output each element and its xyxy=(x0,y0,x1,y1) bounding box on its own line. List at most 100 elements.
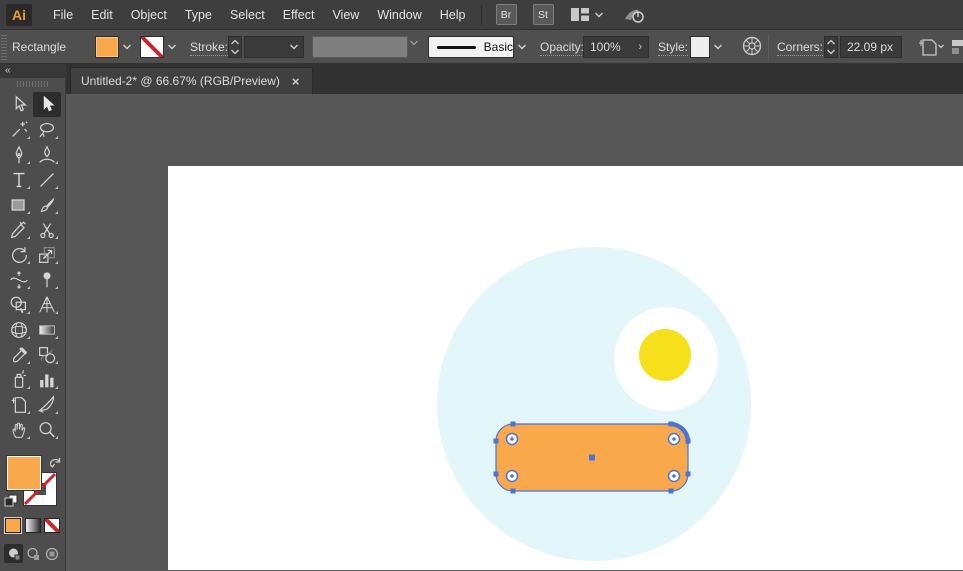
style-swatch[interactable] xyxy=(690,36,710,58)
tools-panel-collapse[interactable]: « xyxy=(0,64,65,78)
controlbar-grip[interactable] xyxy=(1,34,7,60)
fill-stroke-indicator xyxy=(0,456,65,510)
menu-item-view[interactable]: View xyxy=(323,2,368,28)
menu-item-file[interactable]: File xyxy=(44,2,82,28)
anchor-point[interactable] xyxy=(494,472,499,477)
lasso-tool[interactable] xyxy=(33,117,61,142)
brush-definition-preview[interactable]: Basic xyxy=(428,36,514,58)
illustrator-window: Ai FileEditObjectTypeSelectEffectViewWin… xyxy=(0,0,963,571)
blend-tool[interactable] xyxy=(33,342,61,367)
bridge-button[interactable]: Br xyxy=(496,4,517,25)
corners-label[interactable]: Corners: xyxy=(777,40,823,56)
gradient-tool[interactable] xyxy=(33,317,61,342)
slice-tool[interactable] xyxy=(33,392,61,417)
opacity-label[interactable]: Opacity: xyxy=(540,40,584,56)
canvas[interactable] xyxy=(66,94,963,571)
corners-field[interactable]: 22.09 px xyxy=(840,36,902,58)
menu-item-type[interactable]: Type xyxy=(176,2,221,28)
line-segment-tool[interactable] xyxy=(33,167,61,192)
hand-icon xyxy=(8,419,30,441)
sky-circle[interactable] xyxy=(437,247,751,561)
mesh-tool[interactable] xyxy=(5,317,33,342)
menu-item-object[interactable]: Object xyxy=(122,2,176,28)
type-tool[interactable] xyxy=(5,167,33,192)
workspace-switcher[interactable] xyxy=(570,7,604,22)
pen-tool[interactable] xyxy=(5,142,33,167)
fill-color-swatch[interactable] xyxy=(95,36,119,58)
hand-tool[interactable] xyxy=(5,417,33,442)
corners-stepper[interactable] xyxy=(824,36,838,58)
paint-mode-buttons xyxy=(0,518,65,533)
style-label[interactable]: Style: xyxy=(658,40,688,56)
column-graph-tool[interactable] xyxy=(33,367,61,392)
eyedropper-tool[interactable] xyxy=(5,342,33,367)
stock-button[interactable]: St xyxy=(533,4,554,25)
stroke-weight-label[interactable]: Stroke: xyxy=(190,40,228,56)
magic-wand-tool[interactable] xyxy=(5,117,33,142)
menu-item-help[interactable]: Help xyxy=(431,2,475,28)
recolor-artwork-icon[interactable] xyxy=(741,35,763,57)
gradient-mode-button[interactable] xyxy=(25,518,41,533)
default-fill-stroke-icon[interactable] xyxy=(4,494,18,507)
drawing-mode-buttons xyxy=(0,544,65,563)
illustrator-logo-icon[interactable]: Ai xyxy=(6,4,32,26)
menu-item-window[interactable]: Window xyxy=(368,2,430,28)
style-dropdown-button[interactable] xyxy=(710,36,726,58)
menu-item-edit[interactable]: Edit xyxy=(82,2,122,28)
draw-inside-button[interactable] xyxy=(42,544,61,563)
scissors-tool[interactable] xyxy=(33,217,61,242)
color-mode-button[interactable] xyxy=(5,518,21,533)
none-mode-button[interactable] xyxy=(44,518,60,533)
sun-circle[interactable] xyxy=(639,329,691,381)
puppet-warp-tool[interactable] xyxy=(33,267,61,292)
opacity-value: 100% xyxy=(590,40,621,54)
fill-well[interactable] xyxy=(7,456,41,490)
stroke-color-swatch[interactable] xyxy=(140,36,164,58)
stroke-weight-stepper[interactable] xyxy=(228,36,242,58)
gpu-performance-icon[interactable] xyxy=(622,5,646,25)
rotate-tool[interactable] xyxy=(5,242,33,267)
tools-panel: « xyxy=(0,64,66,571)
symbol-sprayer-tool[interactable] xyxy=(5,367,33,392)
perspective-grid-tool[interactable] xyxy=(33,292,61,317)
fill-dropdown-button[interactable] xyxy=(119,36,135,58)
opacity-submenu-arrow-icon[interactable]: › xyxy=(638,41,642,53)
swap-fill-stroke-icon[interactable] xyxy=(48,456,62,469)
scale-tool[interactable] xyxy=(33,242,61,267)
anchor-point[interactable] xyxy=(686,439,691,444)
anchor-point[interactable] xyxy=(511,422,516,427)
anchor-point[interactable] xyxy=(494,439,499,444)
draw-behind-button[interactable] xyxy=(23,544,42,563)
pen-icon xyxy=(8,144,30,166)
direct-selection-tool[interactable] xyxy=(5,92,33,117)
anchor-point[interactable] xyxy=(669,489,674,494)
anchor-point[interactable] xyxy=(686,472,691,477)
selection-tool[interactable] xyxy=(33,92,61,117)
brush-dropdown-button[interactable] xyxy=(514,36,530,58)
tools-panel-grip[interactable] xyxy=(0,78,65,90)
document-tab[interactable]: Untitled-2* @ 66.67% (RGB/Preview) × xyxy=(70,67,313,94)
artboard-tool[interactable] xyxy=(5,392,33,417)
menu-item-effect[interactable]: Effect xyxy=(274,2,324,28)
menu-item-select[interactable]: Select xyxy=(221,2,274,28)
stroke-weight-dropdown[interactable] xyxy=(244,36,304,58)
zoom-tool[interactable] xyxy=(33,417,61,442)
stroke-dropdown-button[interactable] xyxy=(164,36,180,58)
paintbrush-tool[interactable] xyxy=(33,192,61,217)
panel-dock-icon[interactable] xyxy=(951,35,963,59)
shaper-tool[interactable] xyxy=(5,217,33,242)
rectangle-tool[interactable] xyxy=(5,192,33,217)
shape-builder-icon xyxy=(8,294,30,316)
shape-builder-tool[interactable] xyxy=(5,292,33,317)
curvature-tool[interactable] xyxy=(33,142,61,167)
anchor-point[interactable] xyxy=(511,489,516,494)
center-point[interactable] xyxy=(589,455,595,461)
menubar-divider xyxy=(481,5,482,25)
document-setup-icon[interactable] xyxy=(915,35,945,59)
width-tool[interactable] xyxy=(5,267,33,292)
opacity-field[interactable]: 100% › xyxy=(583,36,649,58)
draw-normal-button[interactable] xyxy=(4,544,23,563)
draw-inside-icon xyxy=(45,547,59,561)
anchor-point[interactable] xyxy=(669,422,674,427)
tab-close-icon[interactable]: × xyxy=(290,74,302,89)
